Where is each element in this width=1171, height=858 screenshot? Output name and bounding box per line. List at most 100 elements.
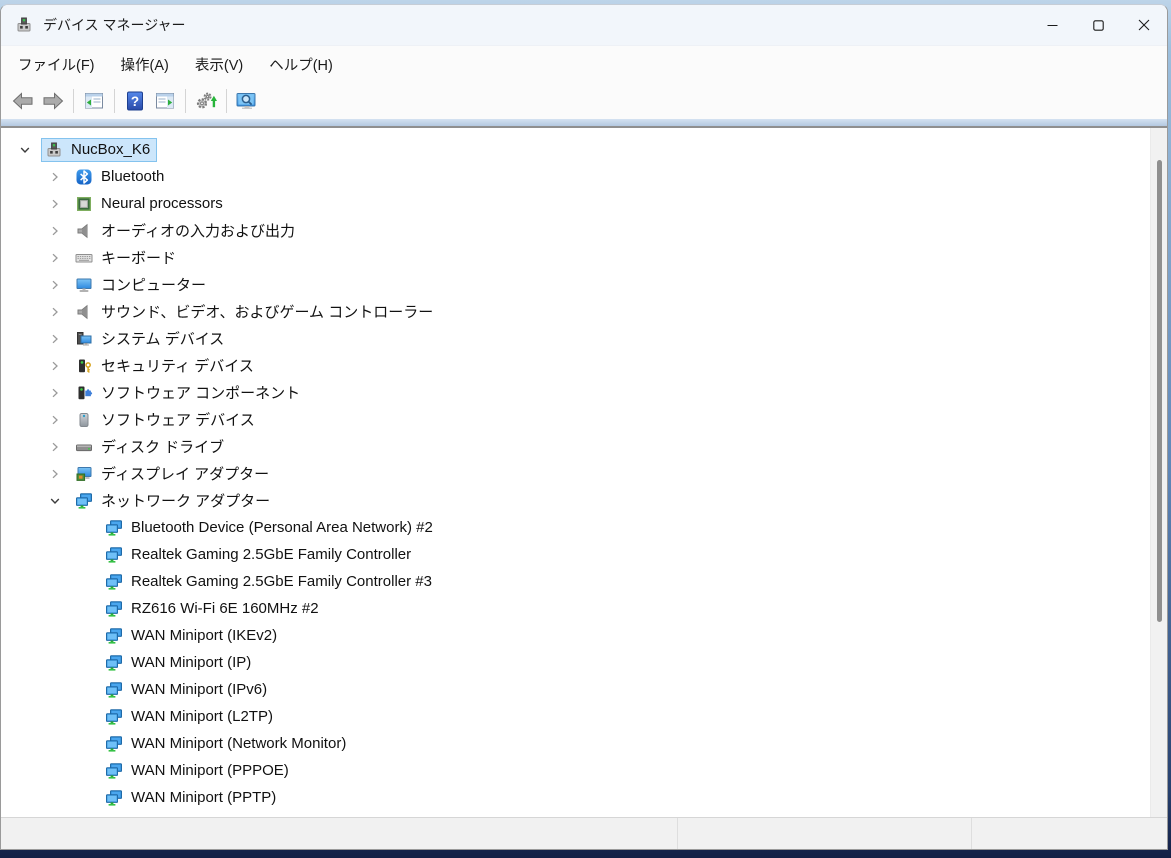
tree-node[interactable]: Bluetooth (71, 165, 171, 189)
tree-row[interactable]: NucBox_K6 (1, 136, 1150, 163)
tree-row[interactable]: ソフトウェア デバイス (1, 406, 1150, 433)
tree-row[interactable]: キーボード (1, 244, 1150, 271)
tree-node[interactable]: コンピューター (71, 271, 213, 298)
tree-row[interactable]: Realtek Gaming 2.5GbE Family Controller (1, 541, 1150, 568)
tree-row[interactable]: ディスク ドライブ (1, 433, 1150, 460)
tree-node[interactable]: ソフトウェア コンポーネント (71, 379, 307, 406)
network-adapter-icon (105, 789, 123, 807)
tree-node[interactable]: RZ616 Wi-Fi 6E 160MHz #2 (101, 597, 326, 621)
chevron-collapsed-icon[interactable] (47, 223, 71, 239)
tree-node[interactable]: キーボード (71, 244, 183, 271)
tree-node[interactable]: ディスプレイ アダプター (71, 460, 276, 487)
forward-button[interactable] (38, 87, 68, 115)
tree-item-label: WAN Miniport (IKEv2) (131, 627, 278, 644)
chevron-collapsed-icon[interactable] (47, 412, 71, 428)
tree-item-label: ネットワーク アダプター (101, 493, 271, 510)
info-strip (1, 119, 1167, 128)
chevron-collapsed-icon[interactable] (47, 196, 71, 212)
tree-row[interactable]: コンピューター (1, 271, 1150, 298)
monitor-icon (75, 276, 93, 294)
tree-node[interactable]: ネットワーク アダプター (71, 487, 277, 514)
security-device-icon (75, 357, 93, 375)
tree-node-selected[interactable]: NucBox_K6 (41, 137, 158, 162)
svg-text:?: ? (131, 94, 139, 109)
minimize-button[interactable] (1029, 5, 1075, 45)
scrollbar-thumb[interactable] (1157, 160, 1162, 622)
tree-node[interactable]: ディスク ドライブ (71, 433, 231, 460)
tree-row[interactable]: WAN Miniport (PPTP) (1, 784, 1150, 811)
tree-node[interactable]: Realtek Gaming 2.5GbE Family Controller (101, 543, 418, 567)
chevron-collapsed-icon[interactable] (47, 439, 71, 455)
chevron-collapsed-icon[interactable] (47, 250, 71, 266)
tree-row[interactable]: Realtek Gaming 2.5GbE Family Controller … (1, 568, 1150, 595)
tree-node[interactable]: WAN Miniport (Network Monitor) (101, 732, 353, 756)
tree-node[interactable]: Bluetooth Device (Personal Area Network)… (101, 516, 440, 540)
menu-item-action[interactable]: 操作(A) (108, 48, 182, 81)
chevron-collapsed-icon[interactable] (47, 277, 71, 293)
tree-node[interactable]: サウンド、ビデオ、およびゲーム コントローラー (71, 298, 440, 325)
scan-hardware-changes-button[interactable] (232, 87, 262, 115)
tree-row[interactable]: Bluetooth Device (Personal Area Network)… (1, 514, 1150, 541)
tree-row[interactable]: オーディオの入力および出力 (1, 217, 1150, 244)
chevron-collapsed-icon[interactable] (47, 304, 71, 320)
action-pane-icon (154, 90, 176, 112)
network-adapter-icon (105, 735, 123, 753)
tree-row[interactable]: ネットワーク アダプター (1, 487, 1150, 514)
tree-row[interactable]: Bluetooth (1, 163, 1150, 190)
chevron-expanded-icon[interactable] (17, 142, 41, 158)
close-button[interactable] (1121, 5, 1167, 45)
speaker-icon (75, 222, 93, 240)
tree-row[interactable]: WAN Miniport (L2TP) (1, 703, 1150, 730)
tree-node[interactable]: オーディオの入力および出力 (71, 217, 302, 244)
tree-row[interactable]: WAN Miniport (PPPOE) (1, 757, 1150, 784)
tree-node[interactable]: セキュリティ デバイス (71, 352, 261, 379)
menu-item-help[interactable]: ヘルプ(H) (256, 48, 346, 81)
chevron-expanded-icon[interactable] (47, 493, 71, 509)
device-manager-icon (15, 16, 33, 34)
tree-row[interactable]: ディスプレイ アダプター (1, 460, 1150, 487)
tree-node[interactable]: Neural processors (71, 192, 230, 216)
tree-node[interactable]: WAN Miniport (IP) (101, 651, 258, 675)
network-adapter-icon (105, 681, 123, 699)
chevron-collapsed-icon[interactable] (47, 358, 71, 374)
tree-node[interactable]: WAN Miniport (IKEv2) (101, 624, 284, 648)
tree-row[interactable]: Neural processors (1, 190, 1150, 217)
vertical-scrollbar[interactable] (1150, 128, 1167, 817)
chevron-collapsed-icon[interactable] (47, 169, 71, 185)
tree-row[interactable]: WAN Miniport (Network Monitor) (1, 730, 1150, 757)
tree-row[interactable]: システム デバイス (1, 325, 1150, 352)
tree-item-label: WAN Miniport (L2TP) (131, 708, 273, 725)
tree-row[interactable]: ソフトウェア コンポーネント (1, 379, 1150, 406)
menu-item-file[interactable]: ファイル(F) (5, 48, 108, 81)
status-section (971, 818, 1167, 849)
tree-item-label: Bluetooth Device (Personal Area Network)… (131, 519, 433, 536)
tree-row[interactable]: WAN Miniport (IPv6) (1, 676, 1150, 703)
show-hide-action-pane-button[interactable] (150, 87, 180, 115)
tree-node[interactable]: Realtek Gaming 2.5GbE Family Controller … (101, 570, 439, 594)
tree-node[interactable]: WAN Miniport (L2TP) (101, 705, 280, 729)
show-hide-console-tree-button[interactable] (79, 87, 109, 115)
tree-row[interactable]: WAN Miniport (IKEv2) (1, 622, 1150, 649)
tree-node[interactable]: システム デバイス (71, 325, 231, 352)
chevron-collapsed-icon[interactable] (47, 466, 71, 482)
chevron-collapsed-icon[interactable] (47, 385, 71, 401)
menu-item-view[interactable]: 表示(V) (182, 48, 256, 81)
back-button[interactable] (8, 87, 38, 115)
maximize-button[interactable] (1075, 5, 1121, 45)
tree-item-label: オーディオの入力および出力 (101, 223, 295, 240)
network-adapter-icon (105, 519, 123, 537)
tree-item-label: ソフトウェア デバイス (101, 412, 255, 429)
tree-node[interactable]: ソフトウェア デバイス (71, 406, 262, 433)
tree-row[interactable]: WAN Miniport (IP) (1, 649, 1150, 676)
tree-row[interactable]: RZ616 Wi-Fi 6E 160MHz #2 (1, 595, 1150, 622)
help-button[interactable]: ? (120, 87, 150, 115)
tree-node[interactable]: WAN Miniport (PPTP) (101, 786, 283, 810)
update-driver-button[interactable] (191, 87, 221, 115)
toolbar-separator (226, 89, 227, 113)
tree-node[interactable]: WAN Miniport (IPv6) (101, 678, 274, 702)
chevron-collapsed-icon[interactable] (47, 331, 71, 347)
tree-row[interactable]: サウンド、ビデオ、およびゲーム コントローラー (1, 298, 1150, 325)
tree-node[interactable]: WAN Miniport (PPPOE) (101, 759, 296, 783)
tree-row[interactable]: セキュリティ デバイス (1, 352, 1150, 379)
